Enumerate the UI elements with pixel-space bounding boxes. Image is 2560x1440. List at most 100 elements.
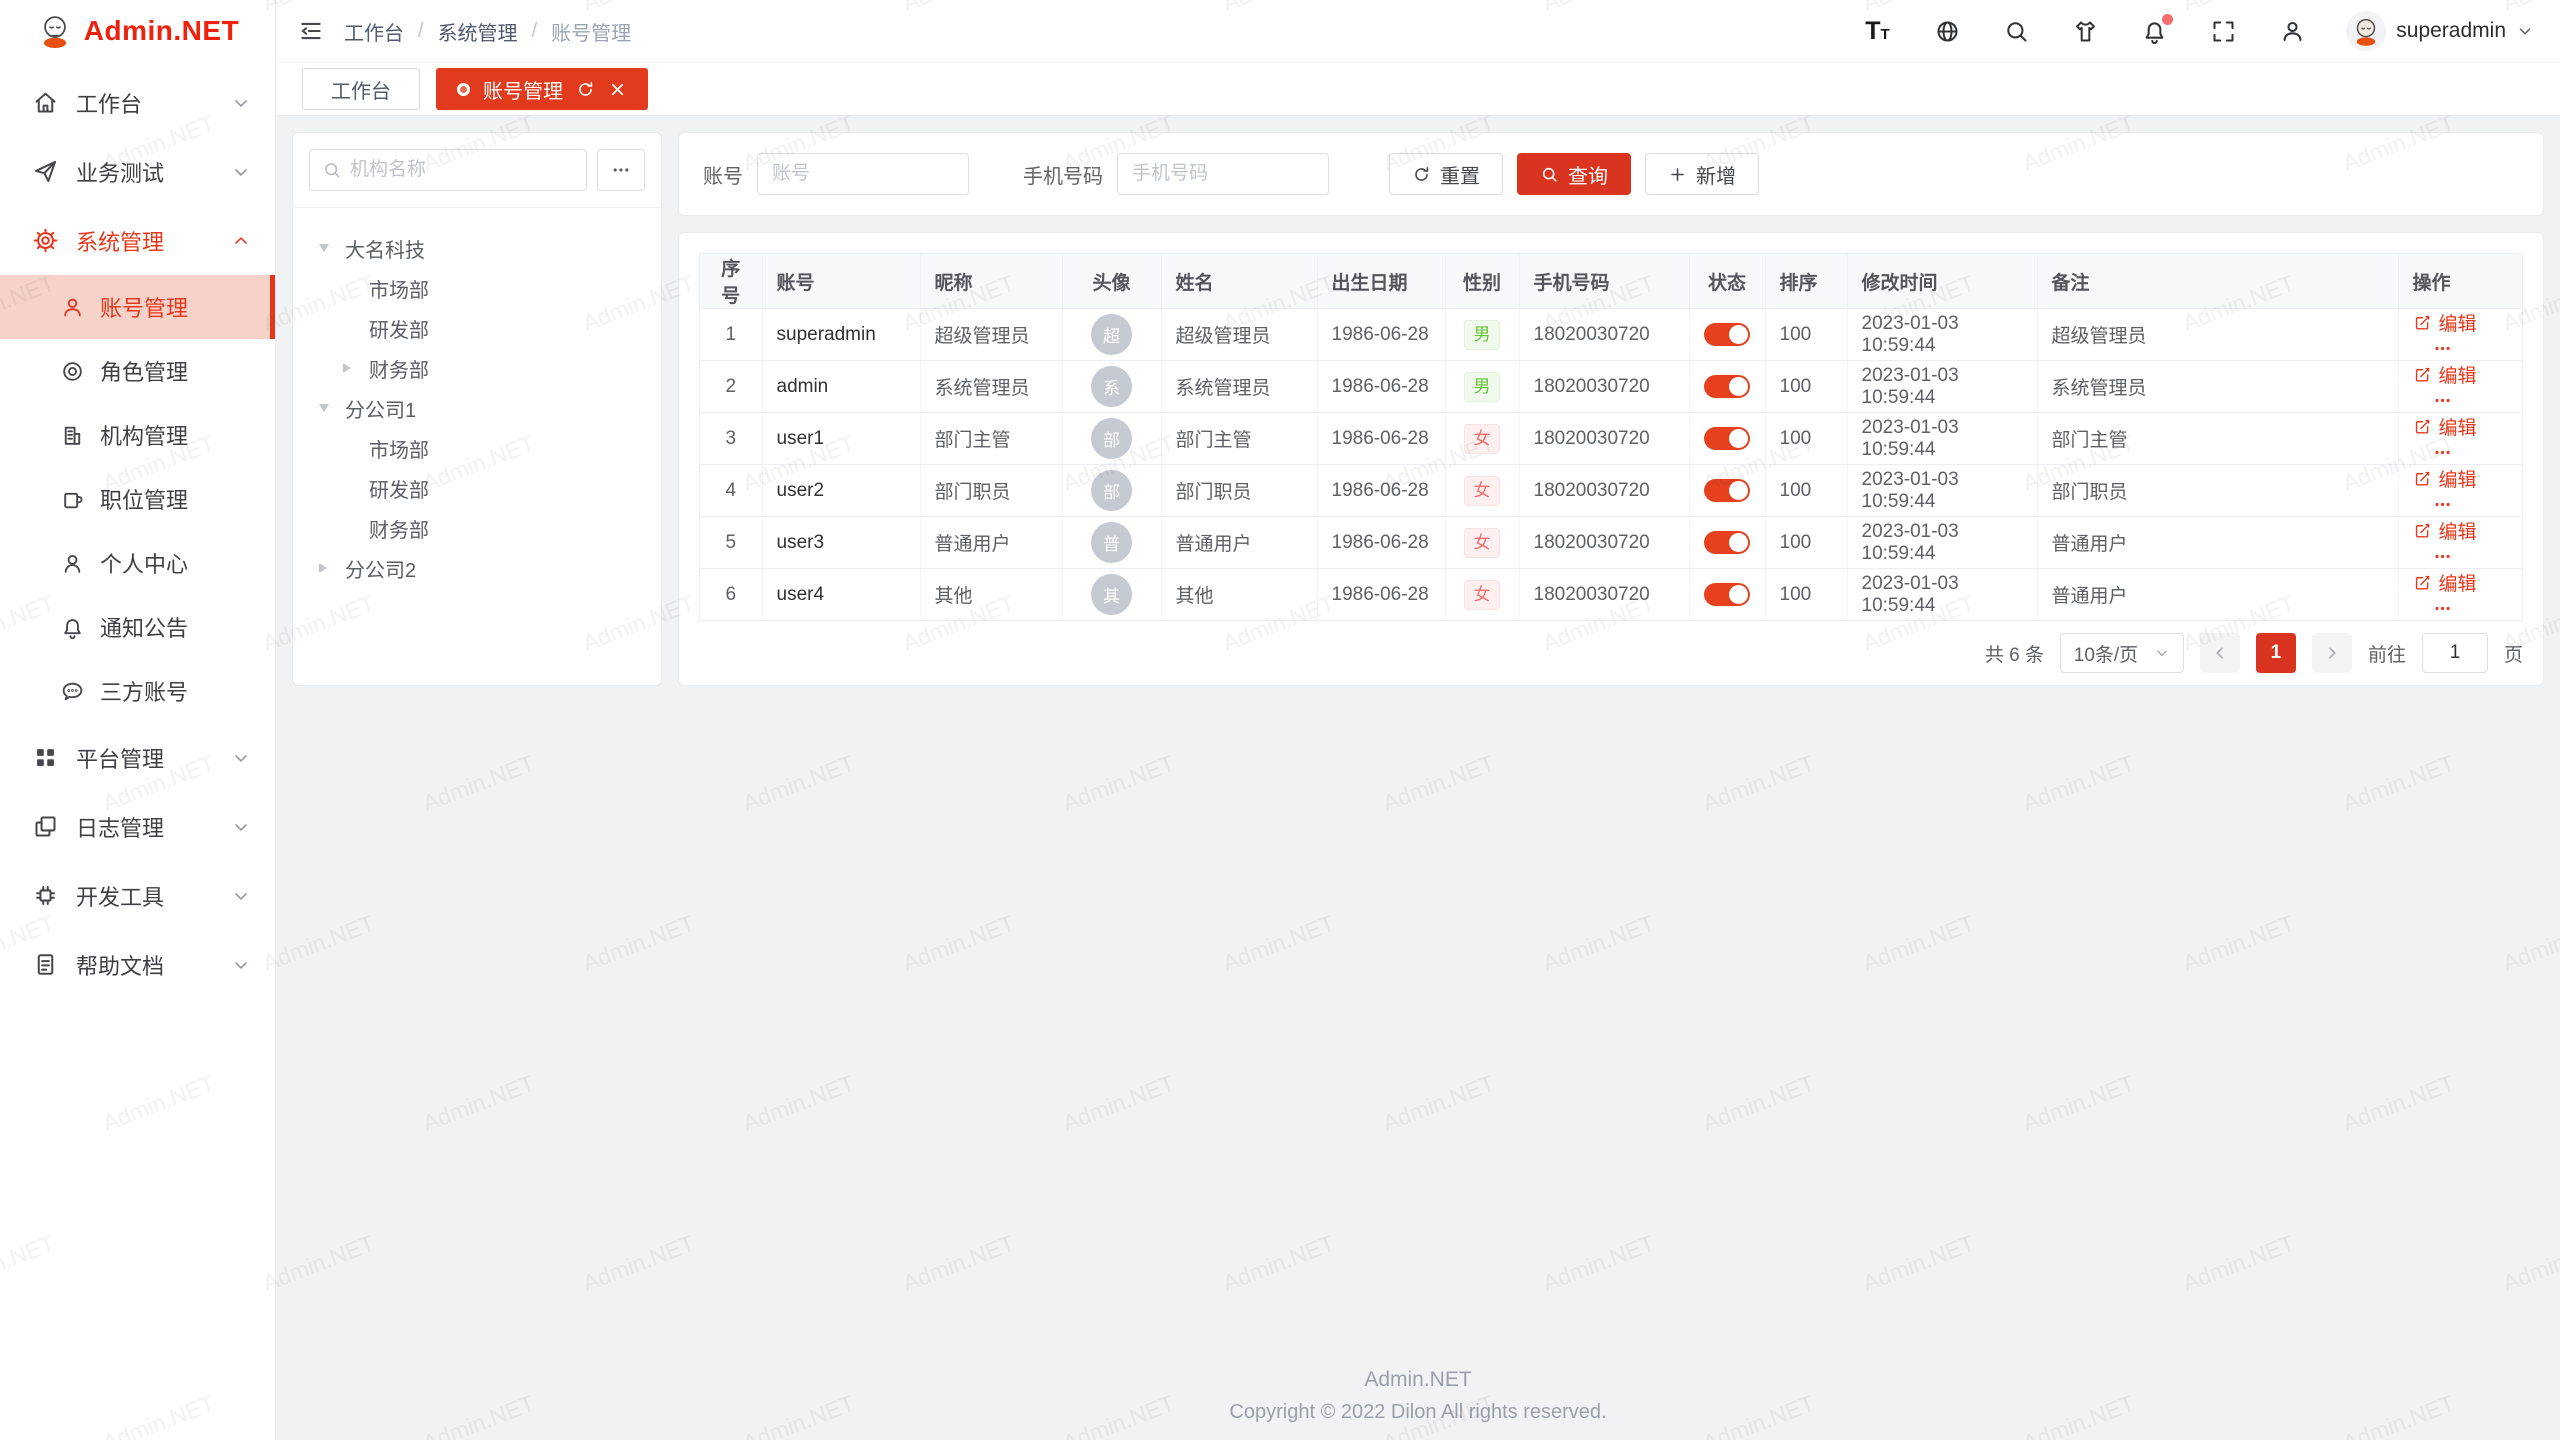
- reset-button[interactable]: 重置: [1389, 153, 1503, 195]
- tree-caret-right-icon[interactable]: [319, 563, 345, 573]
- theme-icon[interactable]: [2072, 18, 2099, 45]
- status-toggle[interactable]: [1704, 323, 1750, 346]
- prev-page-button[interactable]: [2200, 633, 2240, 673]
- cell-nickname: 系统管理员: [920, 361, 1062, 413]
- tree-node[interactable]: 财务部: [309, 508, 645, 548]
- breadcrumb-item[interactable]: 系统管理: [438, 17, 518, 46]
- sidebar-item[interactable]: 系统管理: [0, 206, 275, 275]
- tab-account-management[interactable]: 账号管理: [436, 68, 648, 110]
- avatar: 其: [1091, 574, 1132, 615]
- tree-node[interactable]: 财务部: [309, 348, 645, 388]
- right-pane: 工作台 / 系统管理 / 账号管理 TT superadmin: [276, 0, 2560, 1440]
- sidebar-subitem[interactable]: 账号管理: [0, 275, 275, 339]
- cell-birthdate: 1986-06-28: [1317, 413, 1445, 465]
- sidebar-subitem[interactable]: 个人中心: [0, 531, 275, 595]
- status-toggle[interactable]: [1704, 375, 1750, 398]
- edit-icon: [2413, 469, 2432, 488]
- sidebar-subitem[interactable]: 三方账号: [0, 659, 275, 723]
- tab-close-icon[interactable]: [608, 80, 627, 99]
- sidebar-subitem[interactable]: 职位管理: [0, 467, 275, 531]
- row-more-button[interactable]: [2433, 443, 2455, 462]
- tree-caret-down-icon[interactable]: [319, 404, 345, 412]
- cell-remark: 系统管理员: [2037, 361, 2398, 413]
- sidebar-item[interactable]: 日志管理: [0, 792, 275, 861]
- cell-index: 6: [700, 569, 762, 621]
- breadcrumb-item[interactable]: 工作台: [344, 17, 404, 46]
- row-more-button[interactable]: [2433, 495, 2455, 514]
- cell-account: admin: [762, 361, 920, 413]
- notification-icon[interactable]: [2141, 18, 2168, 45]
- edit-button[interactable]: 编辑: [2413, 413, 2477, 440]
- status-toggle[interactable]: [1704, 427, 1750, 450]
- cell-account: user2: [762, 465, 920, 517]
- column-header: 性别: [1445, 254, 1519, 309]
- status-toggle[interactable]: [1704, 583, 1750, 606]
- row-more-button[interactable]: [2433, 599, 2455, 618]
- tab-label: 工作台: [331, 75, 391, 104]
- cell-remark: 普通用户: [2037, 517, 2398, 569]
- footer-copyright: Copyright © 2022 Dilon All rights reserv…: [292, 1401, 2544, 1424]
- account-label: 账号: [703, 160, 743, 189]
- tree-node[interactable]: 分公司2: [309, 548, 645, 588]
- page-size-select[interactable]: 10条/页: [2060, 633, 2184, 673]
- tree-node[interactable]: 市场部: [309, 428, 645, 468]
- query-button[interactable]: 查询: [1517, 153, 1631, 195]
- edit-button[interactable]: 编辑: [2413, 517, 2477, 544]
- main-content: 大名科技 市场部 研发部 财务部 分公司1 市场部 研发部 财务部: [276, 116, 2560, 1440]
- edit-button[interactable]: 编辑: [2413, 465, 2477, 492]
- sidebar-subitem[interactable]: 通知公告: [0, 595, 275, 659]
- search-icon[interactable]: [2003, 18, 2030, 45]
- cell-birthdate: 1986-06-28: [1317, 361, 1445, 413]
- next-page-button[interactable]: [2312, 633, 2352, 673]
- tab-bar: 工作台 账号管理: [276, 62, 2560, 116]
- user-menu[interactable]: superadmin: [2346, 11, 2534, 51]
- breadcrumb: 工作台 / 系统管理 / 账号管理: [344, 17, 631, 46]
- column-header: 头像: [1062, 254, 1161, 309]
- tree-node[interactable]: 市场部: [309, 268, 645, 308]
- org-more-button[interactable]: [597, 149, 645, 191]
- tree-node[interactable]: 分公司1: [309, 388, 645, 428]
- edit-icon: [2413, 521, 2432, 540]
- sidebar-item[interactable]: 工作台: [0, 68, 275, 137]
- cell-name: 部门主管: [1161, 413, 1317, 465]
- sidebar-item[interactable]: 平台管理: [0, 723, 275, 792]
- goto-page-input[interactable]: [2422, 633, 2488, 673]
- language-icon[interactable]: [1934, 18, 1961, 45]
- tree-node[interactable]: 大名科技: [309, 228, 645, 268]
- row-more-button[interactable]: [2433, 547, 2455, 566]
- edit-button[interactable]: 编辑: [2413, 309, 2477, 336]
- edit-button[interactable]: 编辑: [2413, 361, 2477, 388]
- brand-logo[interactable]: Admin.NET: [0, 0, 275, 62]
- page-number-button[interactable]: 1: [2256, 633, 2296, 673]
- row-more-button[interactable]: [2433, 391, 2455, 410]
- font-size-icon[interactable]: TT: [1865, 18, 1892, 45]
- avatar: [2346, 11, 2386, 51]
- sidebar-item[interactable]: 业务测试: [0, 137, 275, 206]
- row-more-button[interactable]: [2433, 339, 2455, 358]
- app-root: Admin.NET 工作台 业务测试 系统管理 账号管理 角色管理: [0, 0, 2560, 1440]
- sidebar-subitem[interactable]: 机构管理: [0, 403, 275, 467]
- avatar: 系: [1091, 366, 1132, 407]
- tree-node[interactable]: 研发部: [309, 468, 645, 508]
- brand-name: Admin.NET: [84, 15, 239, 47]
- account-input[interactable]: [757, 153, 969, 195]
- tree-caret-right-icon[interactable]: [343, 363, 369, 373]
- tab-refresh-icon[interactable]: [576, 80, 595, 99]
- edit-button[interactable]: 编辑: [2413, 569, 2477, 596]
- sidebar-item[interactable]: 开发工具: [0, 861, 275, 930]
- tree-node[interactable]: 研发部: [309, 308, 645, 348]
- menu-fold-icon[interactable]: [298, 18, 324, 44]
- status-toggle[interactable]: [1704, 531, 1750, 554]
- user-icon[interactable]: [2279, 18, 2306, 45]
- sidebar-item[interactable]: 帮助文档: [0, 930, 275, 999]
- phone-input[interactable]: [1117, 153, 1329, 195]
- org-search-input[interactable]: [350, 159, 574, 181]
- tree-caret-down-icon[interactable]: [319, 244, 345, 252]
- cell-phone: 18020030720: [1519, 309, 1689, 361]
- fullscreen-icon[interactable]: [2210, 18, 2237, 45]
- status-toggle[interactable]: [1704, 479, 1750, 502]
- add-button[interactable]: 新增: [1645, 153, 1759, 195]
- sidebar-subitem[interactable]: 角色管理: [0, 339, 275, 403]
- cell-name: 其他: [1161, 569, 1317, 621]
- tab-workbench[interactable]: 工作台: [302, 68, 420, 110]
